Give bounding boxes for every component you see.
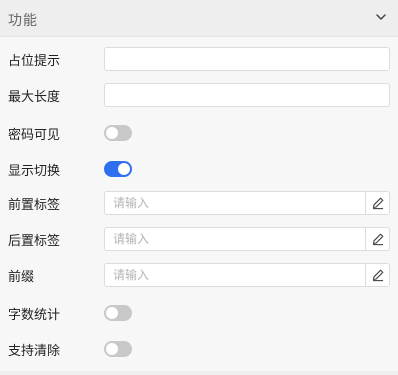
switch-knob [106,307,118,319]
row-prefix-tag: 前置标签 [0,191,398,215]
field-label: 占位提示 [8,54,61,69]
field-label: 密码可见 [8,128,61,143]
prefix-edit-button[interactable] [365,264,389,286]
field-label: 显示切换 [8,164,61,179]
row-show-toggle: 显示切换 [0,157,398,181]
panel-bottom-divider [0,371,398,375]
show-toggle-switch[interactable] [104,161,132,177]
pencil-icon [372,269,383,282]
chevron-down-icon[interactable] [374,10,388,24]
prefix-tag-edit-button[interactable] [365,192,389,214]
field-label: 后置标签 [8,234,61,249]
prefix-input[interactable] [105,264,365,286]
row-placeholder-hint: 占位提示 [0,47,398,71]
row-max-length: 最大长度 [0,83,398,107]
word-count-switch[interactable] [104,305,132,321]
switch-knob [118,163,130,175]
row-word-count: 字数统计 [0,301,398,325]
placeholder-hint-input[interactable] [104,47,390,71]
function-panel: 功能 占位提示 最大长度 密码可见 显示切换 前置标签 请输入 后置标签 请输入… [0,0,398,375]
row-password-visible: 密码可见 [0,121,398,145]
pencil-icon [372,197,383,210]
switch-knob [106,127,118,139]
field-label: 前置标签 [8,198,61,213]
field-label: 最大长度 [8,90,61,105]
prefix-tag-input[interactable] [105,192,365,214]
prefix-input-group [104,263,390,287]
max-length-input[interactable] [104,83,390,107]
pencil-icon [372,233,383,246]
row-prefix: 前缀 [0,263,398,287]
prefix-tag-input-group [104,191,390,215]
field-label: 字数统计 [8,308,61,323]
password-visible-switch[interactable] [104,125,132,141]
clearable-switch[interactable] [104,341,132,357]
row-suffix-tag: 后置标签 [0,227,398,251]
field-label: 前缀 [8,270,35,285]
section-title: 功能 [8,13,38,29]
field-label: 支持清除 [8,344,61,359]
switch-knob [106,343,118,355]
row-clearable: 支持清除 [0,337,398,361]
suffix-tag-edit-button[interactable] [365,228,389,250]
suffix-tag-input[interactable] [105,228,365,250]
section-header[interactable]: 功能 [0,0,398,37]
suffix-tag-input-group [104,227,390,251]
